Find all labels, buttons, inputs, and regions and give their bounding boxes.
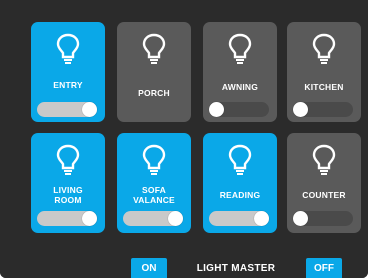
- toggle-knob[interactable]: [82, 211, 97, 226]
- lightbulb-icon: [312, 144, 336, 175]
- toggle-switch[interactable]: [209, 102, 269, 117]
- tile-sofa-valance[interactable]: SOFA VALANCE: [117, 133, 191, 233]
- toggle-switch[interactable]: [293, 102, 353, 117]
- toggle-switch[interactable]: [209, 211, 269, 226]
- light-master-label: LIGHT MASTER: [196, 263, 276, 274]
- tile-reading[interactable]: READING: [203, 133, 277, 233]
- lightbulb-icon: [56, 144, 80, 175]
- tile-counter[interactable]: COUNTER: [287, 133, 361, 233]
- tile-label: AWNING: [221, 82, 259, 92]
- toggle-switch[interactable]: [37, 102, 97, 117]
- toggle-knob[interactable]: [209, 102, 224, 117]
- lightbulb-icon: [312, 33, 336, 64]
- lightbulb-icon: [228, 33, 252, 64]
- lightbulb-icon: [142, 144, 166, 175]
- tile-porch[interactable]: PORCH: [117, 22, 191, 122]
- tile-label: LIVING ROOM: [53, 185, 83, 205]
- lightbulb-icon: [228, 144, 252, 175]
- tile-label: COUNTER: [302, 190, 346, 200]
- toggle-knob[interactable]: [254, 211, 269, 226]
- tile-entry[interactable]: ENTRY: [31, 22, 105, 122]
- lightbulb-icon: [56, 33, 80, 64]
- toggle-knob[interactable]: [293, 102, 308, 117]
- tile-awning[interactable]: AWNING: [203, 22, 277, 122]
- toggle-switch[interactable]: [293, 211, 353, 226]
- toggle-switch[interactable]: [37, 211, 97, 226]
- toggle-switch[interactable]: [123, 211, 183, 226]
- tile-label: PORCH: [138, 88, 170, 98]
- toggle-knob[interactable]: [82, 102, 97, 117]
- tile-label: KITCHEN: [304, 82, 344, 92]
- tile-label: READING: [219, 190, 261, 200]
- toggle-knob[interactable]: [293, 211, 308, 226]
- toggle-knob[interactable]: [168, 211, 183, 226]
- master-on-button[interactable]: ON: [131, 258, 167, 278]
- tile-kitchen[interactable]: KITCHEN: [287, 22, 361, 122]
- tile-living-room[interactable]: LIVING ROOM: [31, 133, 105, 233]
- lighting-panel: ENTRY PORCH AWNING KITCHEN LIVING ROOM S…: [0, 0, 368, 278]
- lightbulb-icon: [142, 33, 166, 64]
- master-off-button[interactable]: OFF: [306, 258, 342, 278]
- tile-label: SOFA VALANCE: [133, 185, 175, 205]
- tile-label: ENTRY: [53, 80, 83, 90]
